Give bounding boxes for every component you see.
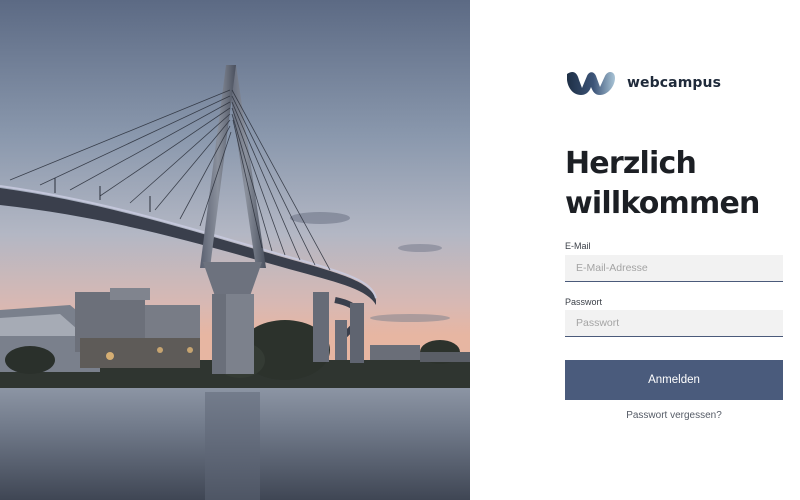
- password-label: Passwort: [565, 297, 603, 307]
- title-line-1: Herzlich: [565, 146, 697, 181]
- login-button[interactable]: Anmelden: [565, 360, 783, 400]
- title-line-2: willkommen: [565, 186, 760, 221]
- brand-name: webcampus: [627, 75, 722, 91]
- email-field[interactable]: [565, 255, 783, 282]
- webcampus-logo-icon: [567, 72, 615, 95]
- page-title: Herzlich willkommen: [565, 144, 785, 224]
- password-field[interactable]: [565, 310, 783, 337]
- hero-image: [0, 0, 470, 500]
- email-label: E-Mail: [565, 241, 591, 251]
- forgot-password-link[interactable]: Passwort vergessen?: [565, 410, 783, 421]
- brand: webcampus: [565, 68, 721, 98]
- login-panel: webcampus Herzlich willkommen E-Mail Pas…: [470, 0, 800, 500]
